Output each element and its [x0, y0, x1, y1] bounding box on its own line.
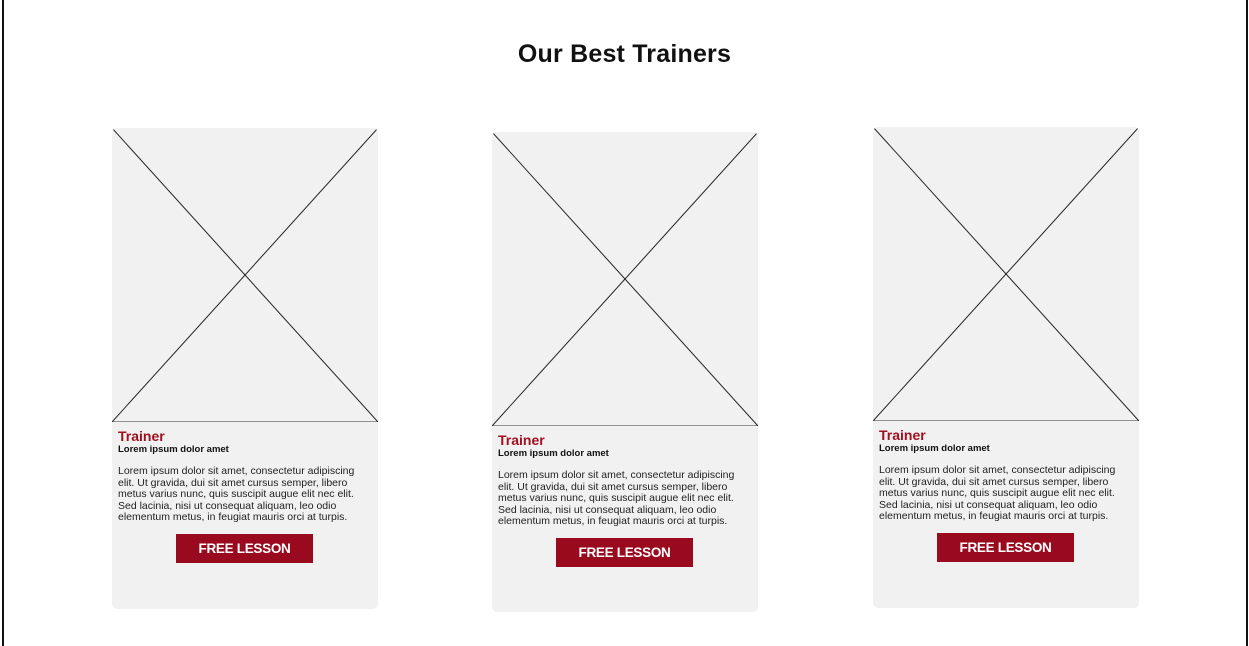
trainer-subtitle: Lorem ipsum dolor amet: [498, 448, 609, 459]
trainer-card: Trainer Lorem ipsum dolor amet Lorem ips…: [492, 132, 758, 612]
section-title: Our Best Trainers: [517, 40, 732, 68]
trainer-card: Trainer Lorem ipsum dolor amet Lorem ips…: [873, 127, 1139, 608]
frame-border-left: [2, 0, 4, 646]
image-placeholder-icon: [112, 128, 378, 422]
trainer-card: Trainer Lorem ipsum dolor amet Lorem ips…: [112, 128, 378, 609]
trainer-subtitle: Lorem ipsum dolor amet: [879, 443, 990, 454]
trainer-role: Trainer: [879, 427, 926, 443]
trainer-description: Lorem ipsum dolor sit amet, consectetur …: [498, 469, 735, 528]
trainer-description: Lorem ipsum dolor sit amet, consectetur …: [879, 464, 1116, 523]
frame-border-right: [1246, 0, 1248, 646]
image-placeholder-icon: [492, 132, 758, 426]
free-lesson-button[interactable]: FREE LESSON: [176, 533, 313, 563]
free-lesson-button[interactable]: FREE LESSON: [556, 537, 693, 567]
trainer-role: Trainer: [118, 428, 165, 444]
trainer-subtitle: Lorem ipsum dolor amet: [118, 444, 229, 455]
trainer-description: Lorem ipsum dolor sit amet, consectetur …: [118, 465, 355, 524]
image-placeholder-icon: [873, 127, 1139, 421]
free-lesson-button[interactable]: FREE LESSON: [937, 532, 1074, 562]
trainer-role: Trainer: [498, 432, 545, 448]
